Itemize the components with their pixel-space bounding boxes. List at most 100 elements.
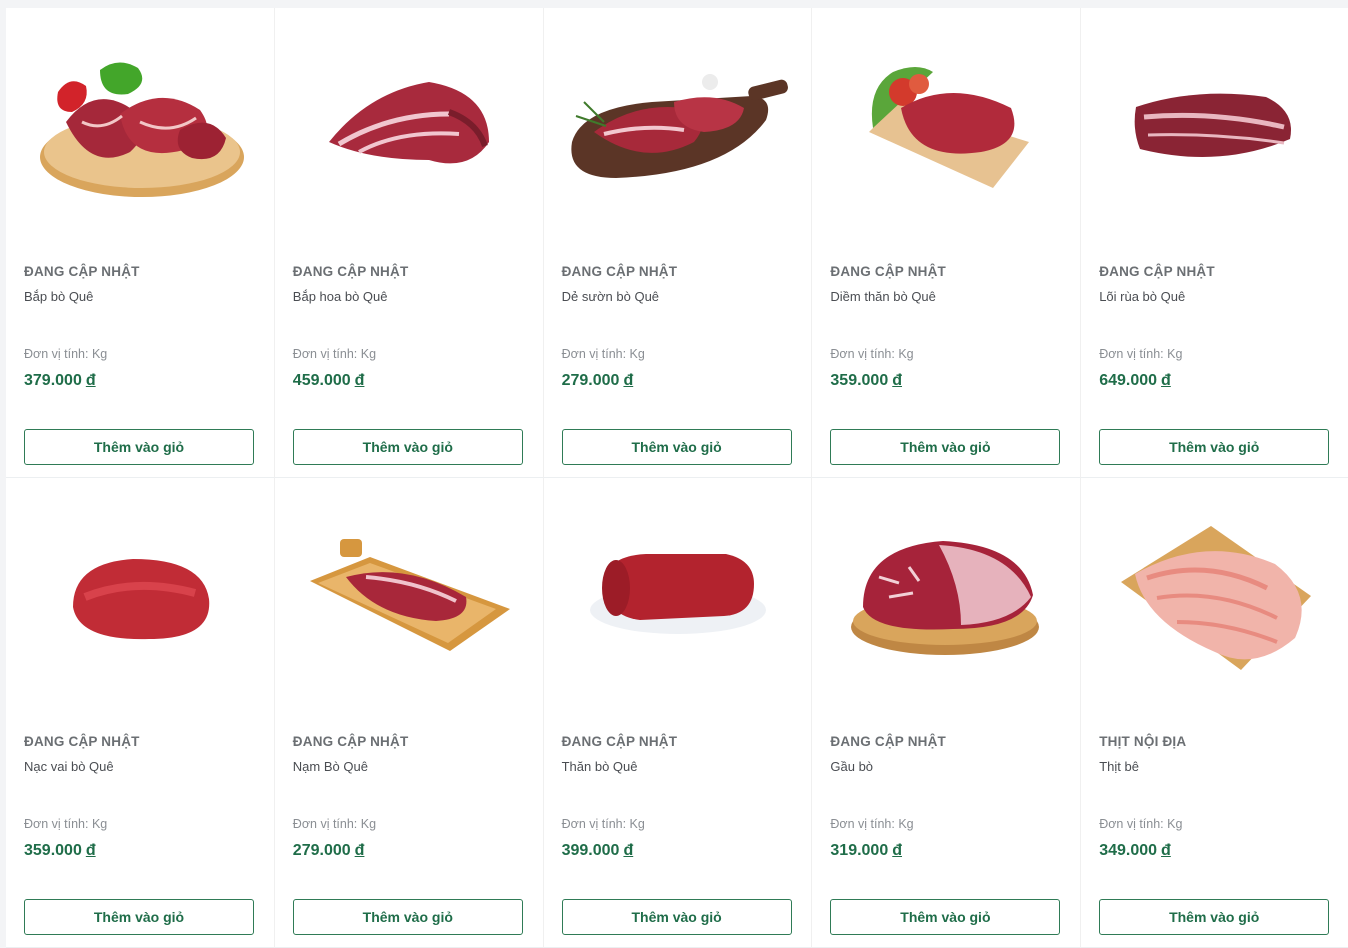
- product-unit: Đơn vị tính: Kg: [24, 347, 108, 361]
- product-unit: Đơn vị tính: Kg: [561, 347, 645, 361]
- product-image[interactable]: [24, 478, 256, 716]
- product-name[interactable]: Gầu bò: [830, 758, 1062, 776]
- product-vendor: ĐANG CẬP NHẬT: [292, 734, 409, 749]
- price-value: 359.000: [830, 372, 889, 389]
- beef-flank-tray-icon: [309, 539, 510, 651]
- product-card[interactable]: THỊT NỘI ĐỊA Thịt bê Đơn vị tính: Kg 349…: [1081, 478, 1348, 948]
- add-to-cart-button[interactable]: Thêm vào giỏ: [292, 429, 523, 465]
- product-price: 359.000 đ: [830, 371, 1062, 391]
- product-vendor: ĐANG CẬP NHẬT: [292, 264, 409, 279]
- product-card[interactable]: ĐANG CẬP NHẬT Dẻ sườn bò Quê Đơn vị tính…: [543, 8, 813, 478]
- beef-loin-plate-icon: [590, 554, 767, 634]
- product-image[interactable]: [293, 478, 525, 716]
- price-value: 279.000: [292, 842, 351, 859]
- product-price: 319.000 đ: [830, 841, 1062, 861]
- product-name[interactable]: Nạm Bò Quê: [293, 758, 525, 776]
- price-value: 319.000: [830, 842, 889, 859]
- price-value: 459.000: [292, 372, 351, 389]
- product-card[interactable]: ĐANG CẬP NHẬT Diềm thăn bò Quê Đơn vị tí…: [812, 8, 1082, 478]
- beef-shoulder-icon: [72, 559, 210, 640]
- price-value: 279.000: [561, 372, 620, 389]
- product-price: 279.000 đ: [293, 841, 525, 861]
- product-unit: Đơn vị tính: Kg: [1099, 347, 1183, 361]
- product-image[interactable]: [562, 8, 794, 246]
- price-currency: đ: [892, 372, 903, 389]
- beef-flower-shank-icon: [328, 82, 489, 164]
- product-unit: Đơn vị tính: Kg: [561, 817, 645, 831]
- add-to-cart-button[interactable]: Thêm vào giỏ: [830, 429, 1061, 465]
- veal-board-icon: [1121, 526, 1312, 670]
- beef-ribs-board-icon: [571, 74, 789, 178]
- product-price: 349.000 đ: [1099, 841, 1331, 861]
- product-vendor: ĐANG CẬP NHẬT: [561, 264, 678, 279]
- product-grid: ĐANG CẬP NHẬT Bắp bò Quê Đơn vị tính: Kg…: [6, 8, 1348, 948]
- product-price: 279.000 đ: [562, 371, 794, 391]
- product-price: 379.000 đ: [24, 371, 256, 391]
- price-currency: đ: [85, 372, 96, 389]
- product-card[interactable]: ĐANG CẬP NHẬT Bắp bò Quê Đơn vị tính: Kg…: [6, 8, 275, 478]
- price-value: 359.000: [24, 842, 82, 859]
- price-currency: đ: [354, 842, 365, 859]
- add-to-cart-button[interactable]: Thêm vào giỏ: [292, 899, 523, 935]
- price-currency: đ: [892, 842, 903, 859]
- price-currency: đ: [623, 842, 634, 859]
- product-unit: Đơn vị tính: Kg: [292, 347, 377, 361]
- product-unit: Đơn vị tính: Kg: [24, 817, 108, 831]
- product-image[interactable]: [830, 8, 1062, 246]
- add-to-cart-button[interactable]: Thêm vào giỏ: [1099, 429, 1330, 465]
- product-price: 359.000 đ: [24, 841, 256, 861]
- price-currency: đ: [85, 842, 96, 859]
- product-name[interactable]: Dẻ sườn bò Quê: [562, 288, 794, 306]
- price-currency: đ: [623, 372, 634, 389]
- product-name[interactable]: Nạc vai bò Quê: [24, 758, 256, 776]
- product-card[interactable]: ĐANG CẬP NHẬT Nạm Bò Quê Đơn vị tính: Kg…: [274, 478, 544, 948]
- price-currency: đ: [1161, 842, 1171, 859]
- product-vendor: ĐANG CẬP NHẬT: [830, 264, 946, 279]
- product-name[interactable]: Diềm thăn bò Quê: [830, 288, 1062, 306]
- product-image[interactable]: [1099, 478, 1331, 716]
- price-value: 349.000: [1099, 842, 1158, 859]
- product-image[interactable]: [293, 8, 525, 246]
- product-unit: Đơn vị tính: Kg: [830, 347, 914, 361]
- beef-tenderloin-skirt-icon: [869, 67, 1030, 188]
- price-value: 649.000: [1099, 372, 1158, 389]
- beef-brisket-board-icon: [851, 541, 1040, 655]
- product-name[interactable]: Bắp bò Quê: [24, 288, 256, 306]
- add-to-cart-button[interactable]: Thêm vào giỏ: [1099, 899, 1330, 935]
- product-name[interactable]: Thịt bê: [1099, 758, 1331, 776]
- product-name[interactable]: Bắp hoa bò Quê: [293, 288, 525, 306]
- product-vendor: ĐANG CẬP NHẬT: [24, 734, 140, 749]
- product-vendor: THỊT NỘI ĐỊA: [1099, 734, 1187, 749]
- beef-chuck-core-icon: [1134, 93, 1292, 157]
- product-vendor: ĐANG CẬP NHẬT: [1099, 264, 1215, 279]
- product-name[interactable]: Lõi rùa bò Quê: [1099, 288, 1331, 306]
- product-vendor: ĐANG CẬP NHẬT: [24, 264, 140, 279]
- product-image[interactable]: [1099, 8, 1331, 246]
- product-image[interactable]: [24, 8, 256, 246]
- product-unit: Đơn vị tính: Kg: [292, 817, 377, 831]
- product-card[interactable]: ĐANG CẬP NHẬT Bắp hoa bò Quê Đơn vị tính…: [274, 8, 544, 478]
- product-card[interactable]: ĐANG CẬP NHẬT Thăn bò Quê Đơn vị tính: K…: [543, 478, 813, 948]
- price-value: 399.000: [561, 842, 620, 859]
- product-unit: Đơn vị tính: Kg: [830, 817, 914, 831]
- add-to-cart-button[interactable]: Thêm vào giỏ: [24, 899, 254, 935]
- product-price: 399.000 đ: [562, 841, 794, 861]
- price-currency: đ: [1161, 372, 1171, 389]
- product-price: 459.000 đ: [293, 371, 525, 391]
- product-vendor: ĐANG CẬP NHẬT: [561, 734, 678, 749]
- product-vendor: ĐANG CẬP NHẬT: [830, 734, 946, 749]
- add-to-cart-button[interactable]: Thêm vào giỏ: [561, 429, 792, 465]
- product-name[interactable]: Thăn bò Quê: [562, 758, 794, 776]
- product-card[interactable]: ĐANG CẬP NHẬT Nạc vai bò Quê Đơn vị tính…: [6, 478, 275, 948]
- price-value: 379.000: [24, 372, 82, 389]
- product-card[interactable]: ĐANG CẬP NHẬT Gầu bò Đơn vị tính: Kg 319…: [812, 478, 1082, 948]
- add-to-cart-button[interactable]: Thêm vào giỏ: [561, 899, 792, 935]
- product-unit: Đơn vị tính: Kg: [1099, 817, 1183, 831]
- add-to-cart-button[interactable]: Thêm vào giỏ: [830, 899, 1061, 935]
- product-image[interactable]: [562, 478, 794, 716]
- price-currency: đ: [354, 372, 365, 389]
- add-to-cart-button[interactable]: Thêm vào giỏ: [24, 429, 254, 465]
- product-card[interactable]: ĐANG CẬP NHẬT Lõi rùa bò Quê Đơn vị tính…: [1081, 8, 1348, 478]
- product-image[interactable]: [830, 478, 1062, 716]
- product-price: 649.000 đ: [1099, 371, 1331, 391]
